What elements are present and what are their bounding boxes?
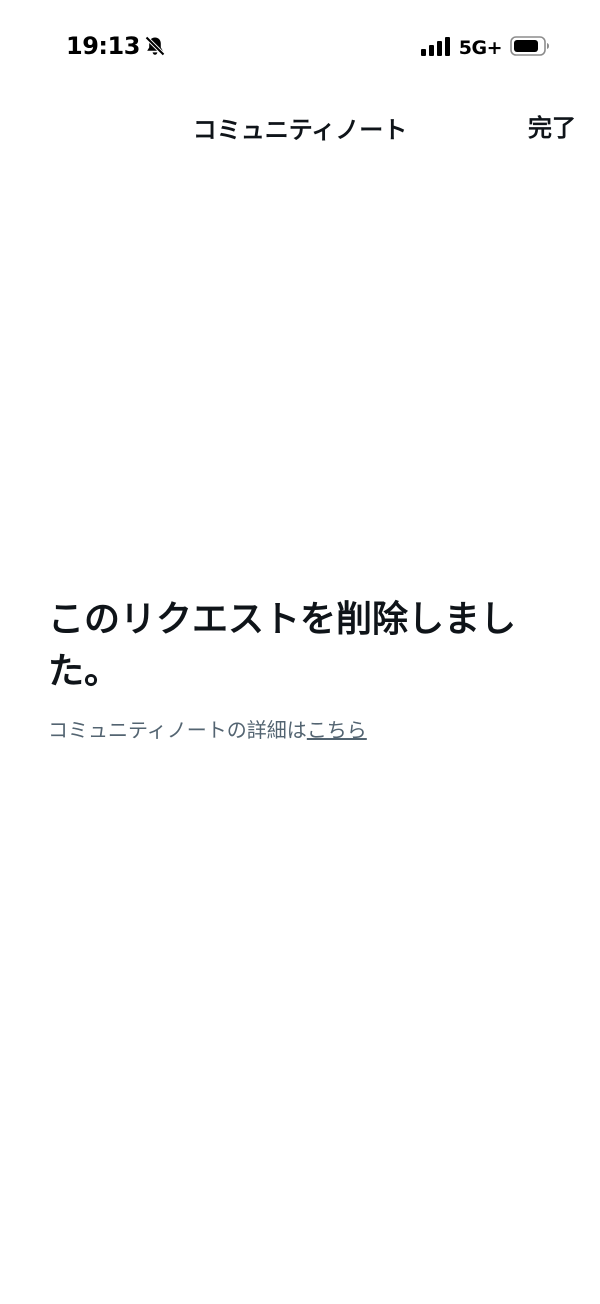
status-indicators: 5G+ (420, 35, 550, 61)
status-time: 19:13 (66, 32, 140, 60)
learn-more-link[interactable]: こちら (307, 718, 367, 742)
bell-slash-icon (144, 35, 166, 57)
done-button[interactable]: 完了 (528, 108, 576, 143)
message-subtitle: コミュニティノートの詳細はこちら (48, 716, 548, 744)
network-type: 5G+ (458, 37, 503, 59)
status-time-group: 19:13 (66, 32, 166, 60)
subtitle-text: コミュニティノートの詳細は (48, 718, 307, 742)
cellular-signal-icon (420, 36, 451, 60)
status-bar: 19:13 5G+ (0, 0, 600, 96)
page-title: コミュニティノート (192, 116, 408, 144)
deleted-request-message: このリクエストを削除しました。 コミュニティノートの詳細はこちら (48, 594, 548, 744)
battery-icon (510, 35, 550, 61)
message-title: このリクエストを削除しました。 (48, 599, 517, 692)
navigation-bar: コミュニティノート 完了 (0, 96, 600, 156)
